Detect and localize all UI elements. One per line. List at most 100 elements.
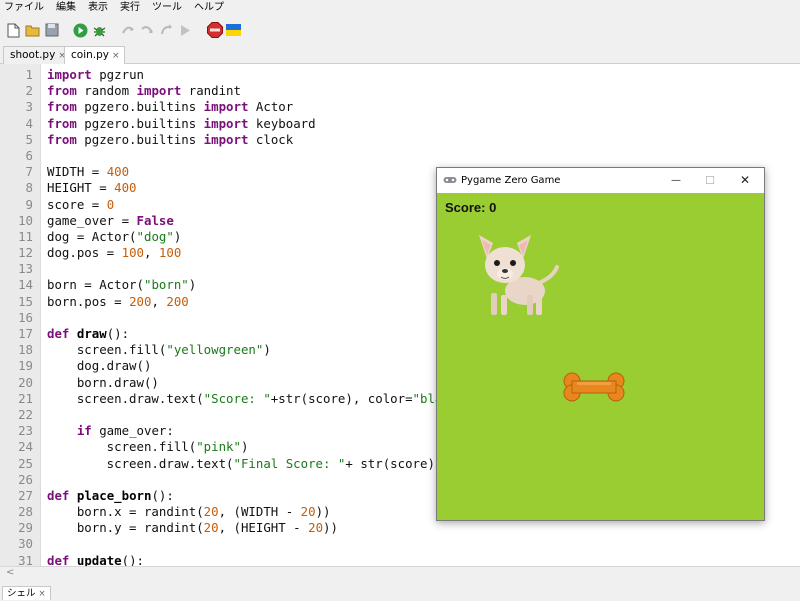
code-token: born.y = randint( <box>47 520 204 536</box>
step-out-button[interactable] <box>157 21 176 40</box>
step-over-button[interactable] <box>119 21 138 40</box>
save-button[interactable] <box>42 21 61 40</box>
code-token: 20 <box>308 520 324 536</box>
line-number: 17 <box>18 326 33 341</box>
menu-item[interactable]: 編集 <box>50 0 82 16</box>
code-line[interactable]: 30 <box>0 536 800 552</box>
line-number: 25 <box>18 455 33 471</box>
code-text: from random import randint <box>47 83 241 99</box>
code-line[interactable]: 6 <box>0 148 800 164</box>
editor-tab-bar: shoot.py × coin.py × <box>0 44 800 65</box>
code-line[interactable]: 1 import pgzrun <box>0 67 800 83</box>
code-token: ) <box>263 342 271 358</box>
tab-shell[interactable]: シェル × <box>2 586 51 600</box>
line-number: 14 <box>18 277 33 293</box>
code-token: update <box>76 552 122 566</box>
code-token: born.draw() <box>47 374 159 390</box>
step-into-button[interactable] <box>138 21 157 40</box>
line-number: 21 <box>18 390 33 406</box>
play-icon <box>73 23 88 37</box>
menu-item[interactable]: ファイル <box>0 0 50 16</box>
gamepad-icon <box>443 177 457 183</box>
code-token: , (WIDTH - <box>218 504 301 520</box>
line-number: 28 <box>18 504 33 520</box>
code-token: 20 <box>203 504 219 520</box>
code-token: randint <box>181 83 241 99</box>
code-token: 0 <box>106 196 115 212</box>
close-icon[interactable]: × <box>39 589 46 599</box>
tab-shoot-py[interactable]: shoot.py × <box>3 46 71 64</box>
code-text: screen.draw.text("Final Score: "+ str(sc… <box>47 456 443 472</box>
resume-button[interactable] <box>176 21 195 40</box>
code-token: "born" <box>143 277 189 293</box>
code-token: pgzrun <box>91 67 144 82</box>
code-token: )) <box>323 520 338 536</box>
code-token: import <box>203 131 249 147</box>
code-token: screen.fill( <box>47 439 197 455</box>
line-number: 29 <box>18 520 33 536</box>
code-token: def <box>47 487 70 503</box>
code-text: WIDTH = 400 <box>47 164 129 180</box>
tab-coin-py[interactable]: coin.py × <box>64 46 125 65</box>
line-number: 1 <box>25 67 33 82</box>
code-token: WIDTH = <box>47 164 107 180</box>
line-number: 23 <box>18 423 33 439</box>
game-canvas[interactable]: Score: 0 <box>437 193 764 520</box>
menu-item[interactable]: 表示 <box>82 0 114 16</box>
code-token: born.pos = <box>47 293 130 309</box>
line-number: 11 <box>18 228 33 244</box>
debug-button[interactable] <box>90 21 109 40</box>
close-icon[interactable]: × <box>112 51 120 61</box>
code-token: , <box>144 245 159 261</box>
code-token: 200 <box>166 293 189 309</box>
new-file-button[interactable] <box>4 21 23 40</box>
window-title-bar[interactable]: Pygame Zero Game — ☐ ✕ <box>437 168 764 193</box>
line-number: 16 <box>18 309 33 325</box>
menu-item[interactable]: 実行 <box>114 0 146 16</box>
code-token: born.x = randint( <box>47 504 204 520</box>
tab-label: shoot.py <box>10 49 56 61</box>
code-text: import pgzrun <box>47 67 144 83</box>
code-token: pgzero.builtins <box>76 115 204 131</box>
code-token: "Score: " <box>203 390 271 406</box>
step-into-icon <box>141 26 153 33</box>
code-token: , <box>151 293 167 309</box>
code-token: ) <box>173 228 182 244</box>
horizontal-scrollbar[interactable]: < <box>0 566 800 580</box>
code-token: score = <box>47 196 107 212</box>
menu-bar: ファイル 編集 表示 実行 ツール ヘルプ <box>0 0 800 16</box>
line-number: 15 <box>18 293 33 309</box>
code-text: dog = Actor("dog") <box>47 229 181 245</box>
line-number: 20 <box>18 374 33 390</box>
line-number: 22 <box>18 406 33 422</box>
code-line[interactable]: 31 def update(): <box>0 553 800 566</box>
code-line[interactable]: 2 from random import randint <box>0 83 800 99</box>
stop-button[interactable] <box>205 21 224 40</box>
run-button[interactable] <box>71 21 90 40</box>
open-file-button[interactable] <box>23 21 42 40</box>
menu-item[interactable]: ヘルプ <box>188 0 230 16</box>
close-button[interactable]: ✕ <box>727 168 763 193</box>
code-text: screen.fill("yellowgreen") <box>47 342 271 358</box>
menu-item[interactable]: ツール <box>146 0 188 16</box>
code-token: ) <box>188 277 197 293</box>
pygame-window[interactable]: Pygame Zero Game — ☐ ✕ Score: 0 <box>436 167 765 521</box>
code-line[interactable]: 3 from pgzero.builtins import Actor <box>0 99 800 115</box>
code-line[interactable]: 29 born.y = randint(20, (HEIGHT - 20)) <box>0 520 800 536</box>
code-token: dog.draw() <box>47 358 152 374</box>
code-token: dog = Actor( <box>47 228 137 244</box>
minimize-button[interactable]: — <box>658 168 694 193</box>
code-token: born = Actor( <box>47 277 144 293</box>
close-icon: ✕ <box>739 173 751 187</box>
code-line[interactable]: 4 from pgzero.builtins import keyboard <box>0 116 800 132</box>
line-number: 8 <box>25 180 33 196</box>
code-token: import <box>136 83 182 99</box>
line-number: 30 <box>18 536 33 552</box>
ukraine-flag-button[interactable] <box>224 21 243 40</box>
line-number: 3 <box>25 99 33 115</box>
line-number: 2 <box>25 83 33 99</box>
scroll-left-icon[interactable]: < <box>6 567 14 578</box>
maximize-button[interactable]: ☐ <box>692 168 728 193</box>
code-line[interactable]: 5 from pgzero.builtins import clock <box>0 132 800 148</box>
